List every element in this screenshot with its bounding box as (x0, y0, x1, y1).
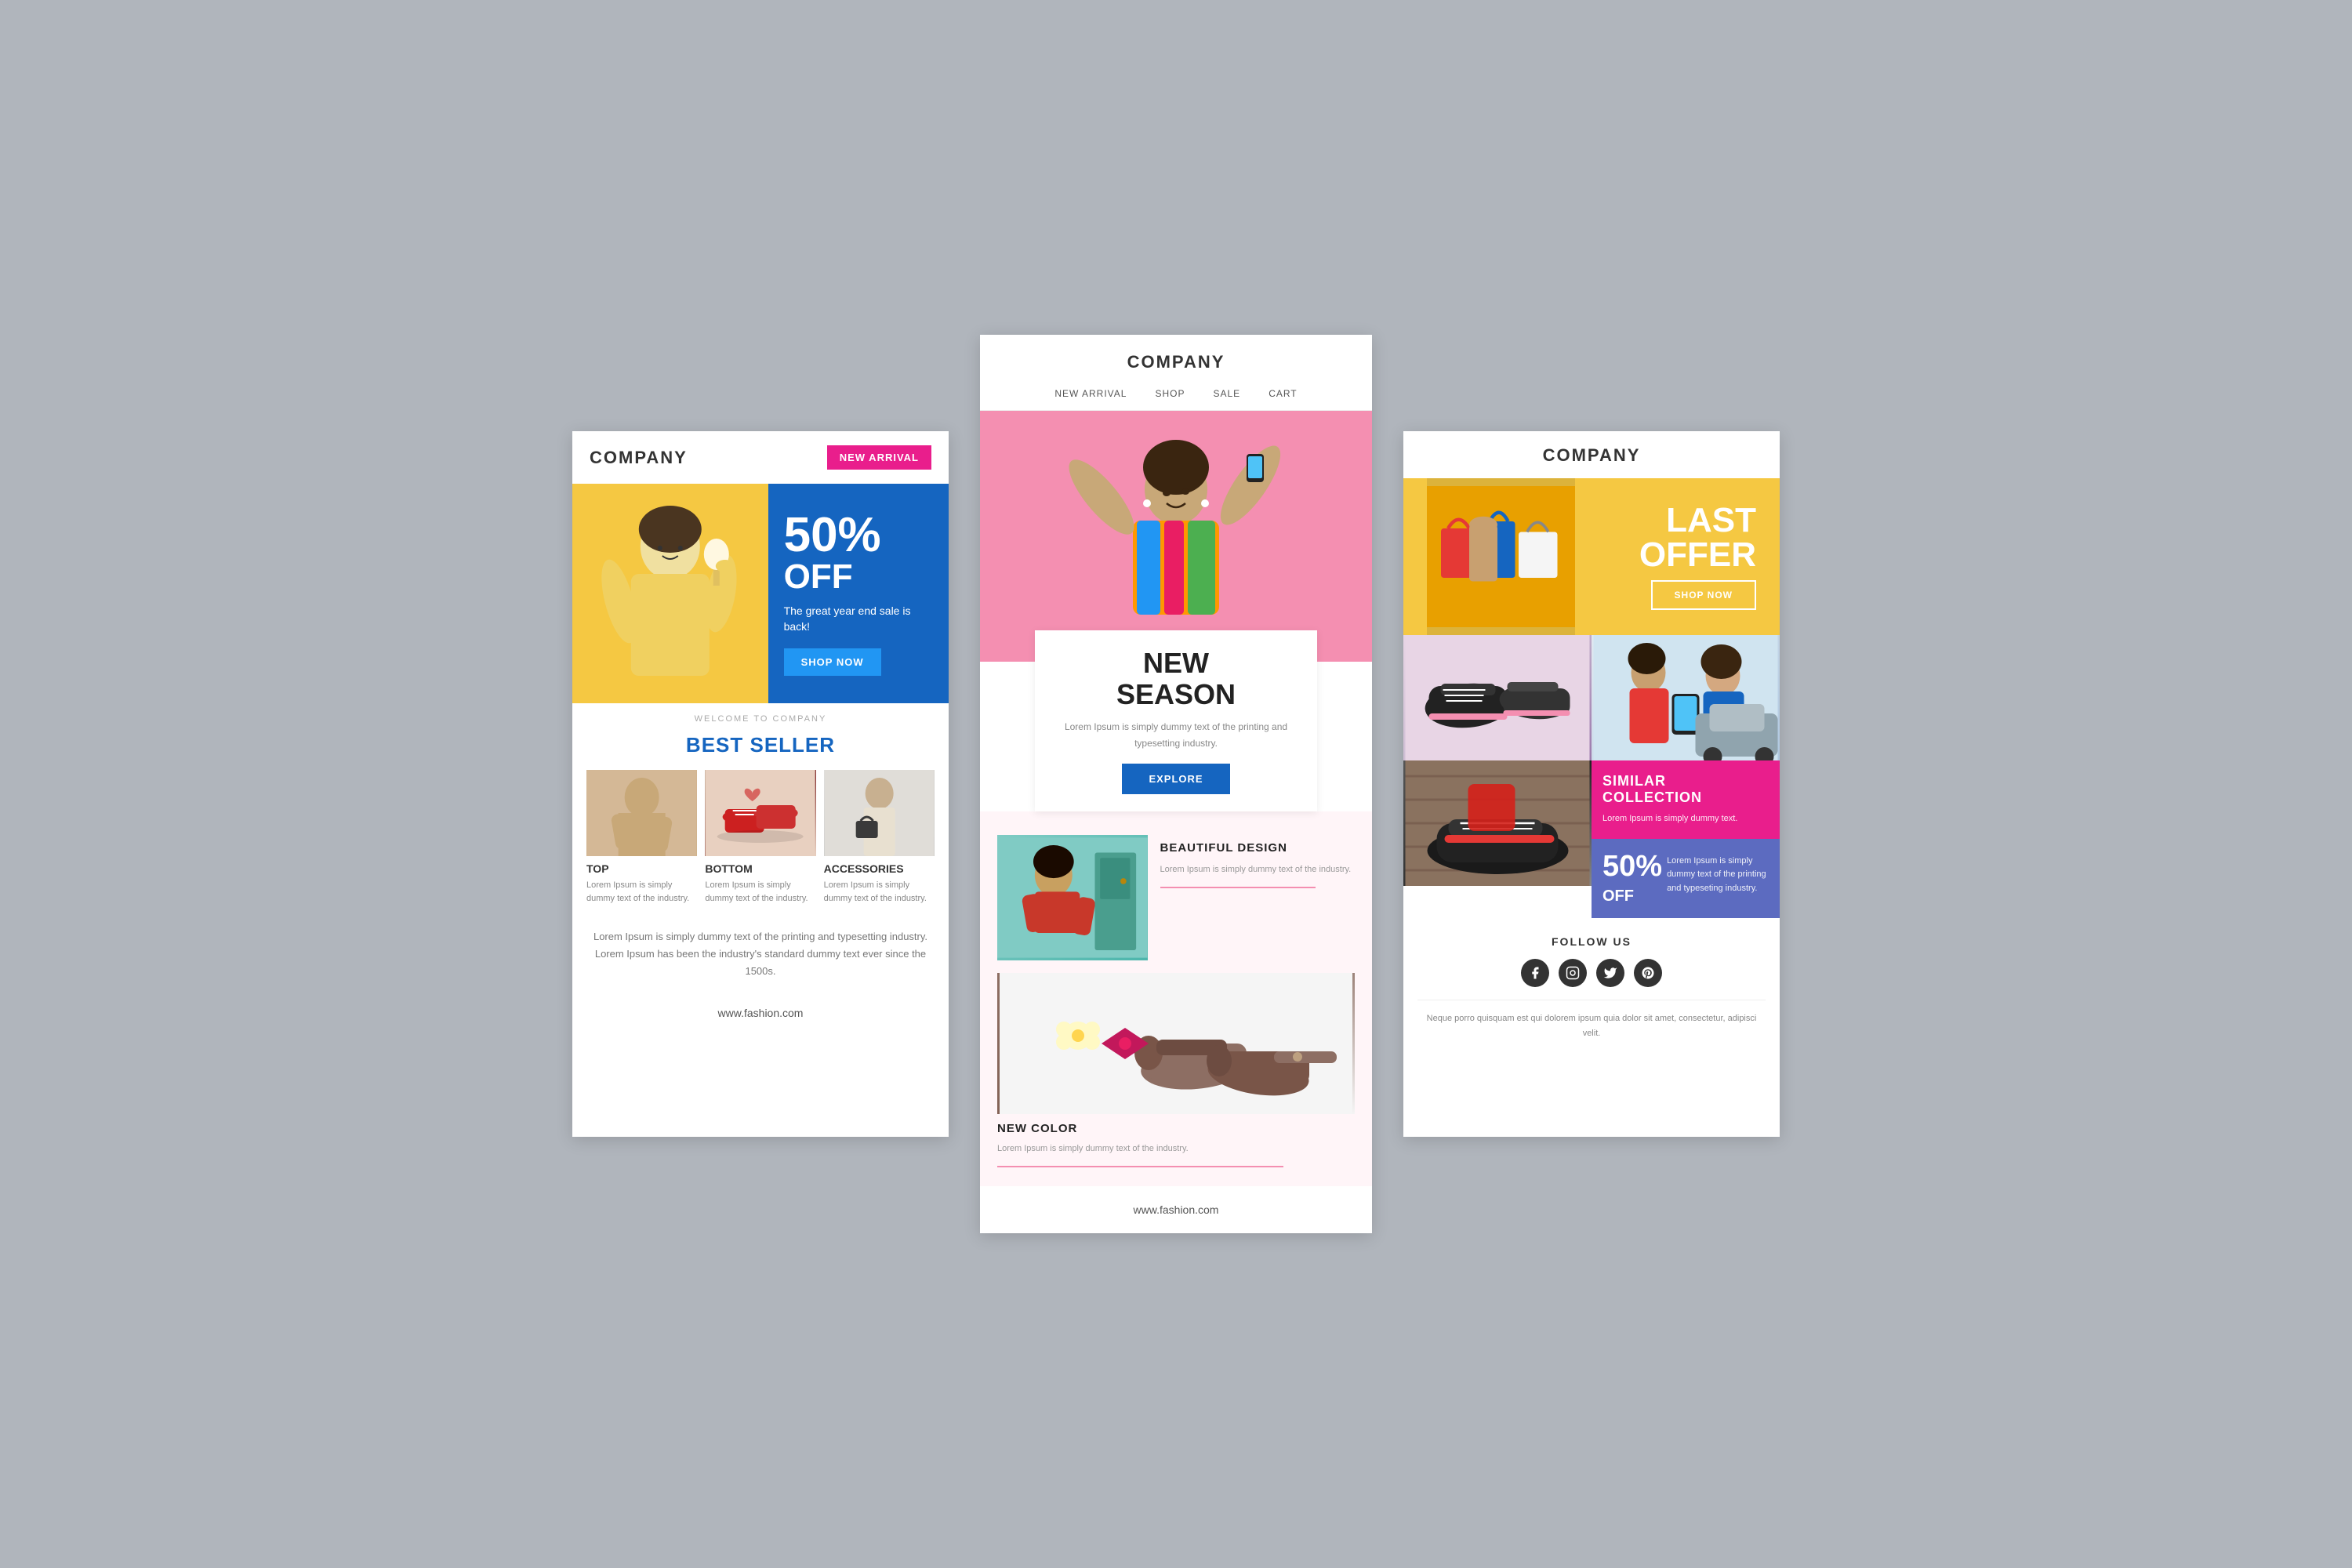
card1-footer-link[interactable]: www.fashion.com (572, 996, 949, 1036)
card2-beautiful-description: Lorem Ipsum is simply dummy text of the … (1160, 862, 1355, 877)
card2-beautiful-content: BEAUTIFUL DESIGN Lorem Ipsum is simply d… (1160, 835, 1355, 960)
card3-follow-section: FOLLOW US (1403, 918, 1780, 1068)
card1-product-top: TOP Lorem Ipsum is simply dummy text of … (586, 770, 697, 905)
card1-product-top-desc: Lorem Ipsum is simply dummy text of the … (586, 879, 697, 905)
card3-sneaker-svg (1403, 760, 1592, 886)
card3-grid-girls (1592, 635, 1780, 760)
card3-discount-description: Lorem Ipsum is simply dummy text of the … (1667, 851, 1769, 896)
card3-hero-image (1427, 478, 1575, 635)
card3-girls-svg (1592, 635, 1780, 760)
card1-product-accessories-name: ACCESSORIES (824, 862, 935, 875)
card1-product-accessories: ACCESSORIES Lorem Ipsum is simply dummy … (824, 770, 935, 905)
hero-person-svg (572, 484, 768, 703)
card2-footer-link[interactable]: www.fashion.com (980, 1186, 1372, 1233)
card1-hero-description: The great year end sale is back! (784, 604, 933, 634)
card1-shop-now-button[interactable]: SHOP NOW (784, 648, 881, 676)
card3-shop-now-button[interactable]: SHOP NOW (1651, 580, 1756, 610)
card1-product-bottom: BOTTOM Lorem Ipsum is simply dummy text … (705, 770, 815, 905)
card2-beautiful-title: BEAUTIFUL DESIGN (1160, 841, 1355, 855)
top-product-svg (586, 770, 697, 856)
card3-girls-image (1592, 635, 1780, 760)
card1-company: COMPANY (590, 448, 688, 468)
card3-shoes-image (1403, 635, 1592, 760)
card3-hero: LAST OFFER SHOP NOW (1403, 478, 1780, 635)
card1-new-arrival-badge: NEW ARRIVAL (827, 445, 931, 470)
card2-nav-cart[interactable]: CART (1269, 388, 1297, 399)
newcolor-svg (997, 973, 1355, 1114)
card2-nav-new-arrival[interactable]: NEW ARRIVAL (1054, 388, 1127, 399)
card2-company: COMPANY (980, 335, 1372, 380)
card2-nav: NEW ARRIVAL SHOP SALE CART (980, 380, 1372, 411)
card1-header: COMPANY NEW ARRIVAL (572, 431, 949, 484)
card2-season-description: Lorem Ipsum is simply dummy text of the … (1054, 719, 1298, 751)
card3-instagram-icon[interactable] (1559, 959, 1587, 987)
card3-grid-shoes (1403, 635, 1592, 760)
card3-similar-box: SIMILARCOLLECTION Lorem Ipsum is simply … (1592, 760, 1780, 839)
card2-newcolor-section: NEW COLOR Lorem Ipsum is simply dummy te… (980, 973, 1372, 1186)
card1-product-top-name: TOP (586, 862, 697, 875)
card1-product-accessories-image (824, 770, 935, 856)
card3-similar-title: SIMILARCOLLECTION (1602, 773, 1769, 806)
card3-footer-text: Neque porro quisquam est qui dolorem ips… (1403, 1011, 1780, 1060)
card3-discount-numbers: 50% OFF (1602, 851, 1662, 906)
card2-beautiful-divider (1160, 887, 1316, 888)
card3-sneaker-image (1403, 760, 1592, 886)
card3-discount-off: OFF (1602, 887, 1662, 906)
card1-hero-text-panel: 50% OFF The great year end sale is back!… (768, 484, 949, 703)
card3-discount-box: 50% OFF Lorem Ipsum is simply dummy text… (1592, 839, 1780, 918)
card1-discount-off: OFF (784, 560, 933, 594)
card2-newcolor-image (997, 973, 1355, 1114)
card2-nav-shop[interactable]: SHOP (1155, 388, 1185, 399)
card3-twitter-icon[interactable] (1596, 959, 1624, 987)
card2-season-box: NEWSEASON Lorem Ipsum is simply dummy te… (1035, 630, 1317, 811)
card3-product-grid: SIMILARCOLLECTION Lorem Ipsum is simply … (1403, 635, 1780, 918)
card3-facebook-icon[interactable] (1521, 959, 1549, 987)
card2-beautiful-image (997, 835, 1148, 960)
card2-hero-svg (980, 411, 1372, 662)
email-card-2: COMPANY NEW ARRIVAL SHOP SALE CART (980, 335, 1372, 1233)
card2-nav-sale[interactable]: SALE (1214, 388, 1241, 399)
bottom-product-svg (705, 770, 815, 856)
card1-product-top-image (586, 770, 697, 856)
card2-newcolor-description: Lorem Ipsum is simply dummy text of the … (997, 1142, 1355, 1156)
card3-company: COMPANY (1403, 431, 1780, 478)
card3-grid-sneaker (1403, 760, 1592, 918)
card1-body-text: Lorem Ipsum is simply dummy text of the … (572, 913, 949, 996)
card3-shoes-svg (1403, 635, 1592, 760)
card3-last-offer-text: LAST OFFER SHOP NOW (1575, 503, 1756, 610)
card1-bestseller-title: BEST SELLER (572, 727, 949, 770)
card1-product-accessories-desc: Lorem Ipsum is simply dummy text of the … (824, 879, 935, 905)
card3-last-offer-title: LAST OFFER (1575, 503, 1756, 572)
card2-explore-button[interactable]: EXPLORE (1122, 764, 1229, 794)
card3-hero-svg (1427, 478, 1575, 635)
card3-follow-label: FOLLOW US (1403, 935, 1780, 948)
card1-hero-image (572, 484, 768, 703)
card3-similar-description: Lorem Ipsum is simply dummy text. (1602, 812, 1769, 826)
card3-similar-section: SIMILARCOLLECTION Lorem Ipsum is simply … (1592, 760, 1780, 918)
card1-hero: 50% OFF The great year end sale is back!… (572, 484, 949, 703)
email-card-3: COMPANY LAST OFFER SHOP NOW (1403, 431, 1780, 1137)
accessories-product-svg (824, 770, 935, 856)
card1-products-grid: TOP Lorem Ipsum is simply dummy text of … (572, 770, 949, 913)
card1-product-bottom-image (705, 770, 815, 856)
card2-beautiful-section: BEAUTIFUL DESIGN Lorem Ipsum is simply d… (980, 811, 1372, 973)
card1-product-bottom-name: BOTTOM (705, 862, 815, 875)
card3-pinterest-icon[interactable] (1634, 959, 1662, 987)
card1-product-bottom-desc: Lorem Ipsum is simply dummy text of the … (705, 879, 815, 905)
card2-newcolor-divider (997, 1166, 1283, 1167)
card3-discount-percent: 50% (1602, 851, 1662, 881)
card1-welcome-text: WELCOME TO COMPANY (572, 703, 949, 727)
card3-social-icons (1403, 959, 1780, 987)
card2-newcolor-title: NEW COLOR (997, 1122, 1355, 1135)
email-card-1: COMPANY NEW ARRIVAL (572, 431, 949, 1137)
card2-hero-image (980, 411, 1372, 662)
card1-discount-percent: 50% (784, 511, 933, 560)
beautiful-design-svg (997, 835, 1148, 960)
card2-season-title: NEWSEASON (1054, 648, 1298, 710)
